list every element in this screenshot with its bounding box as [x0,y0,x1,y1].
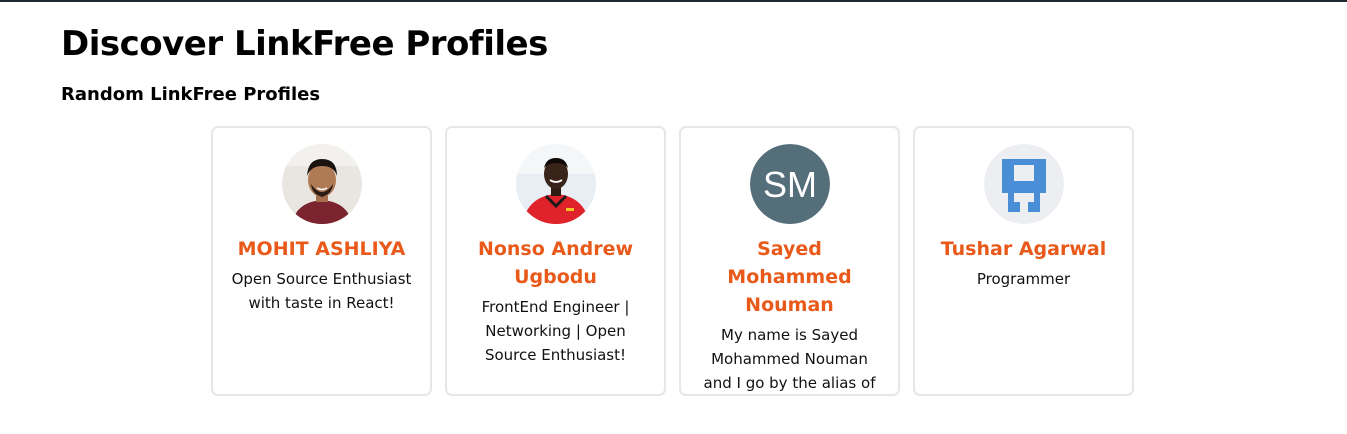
profile-bio: My name is Sayed Mohammed Nouman and I g… [703,326,876,392]
profile-bio: Programmer [976,270,1071,288]
top-border [0,0,1347,2]
profile-bio: Open Source Enthusiast with taste in Rea… [231,270,412,312]
profile-card-nonso-andrew-ugbodu[interactable]: Nonso Andrew Ugbodu FrontEnd Engineer | … [445,126,666,396]
page-title: Discover LinkFree Profiles [61,24,548,64]
profile-card-sayed-mohammed-nouman[interactable]: SM Sayed Mohammed Nouman My name is Saye… [679,126,900,396]
profile-name: Nonso Andrew Ugbodu [477,238,634,288]
profile-bio: FrontEnd Engineer | Networking | Open So… [481,298,630,364]
avatar [983,144,1064,224]
section-title: Random LinkFree Profiles [61,84,321,105]
avatar-photo-icon [515,144,596,224]
profile-card-tushar-agarwal[interactable]: Tushar Agarwal Programmer [913,126,1134,396]
avatar [515,144,596,224]
avatar-logo-icon [983,144,1064,224]
avatar-photo-icon [281,144,362,224]
avatar: SM [749,144,830,224]
avatar-initials: SM [763,164,817,205]
profile-name: Tushar Agarwal [940,238,1107,260]
profile-cards: MOHIT ASHLIYA Open Source Enthusiast wit… [211,126,1134,396]
avatar [281,144,362,224]
avatar-initials-icon: SM [749,144,830,224]
profile-card-mohit-ashliya[interactable]: MOHIT ASHLIYA Open Source Enthusiast wit… [211,126,432,396]
profile-name: Sayed Mohammed Nouman [727,238,852,316]
profile-name: MOHIT ASHLIYA [237,238,406,260]
page: Discover LinkFree Profiles Random LinkFr… [0,0,1347,434]
